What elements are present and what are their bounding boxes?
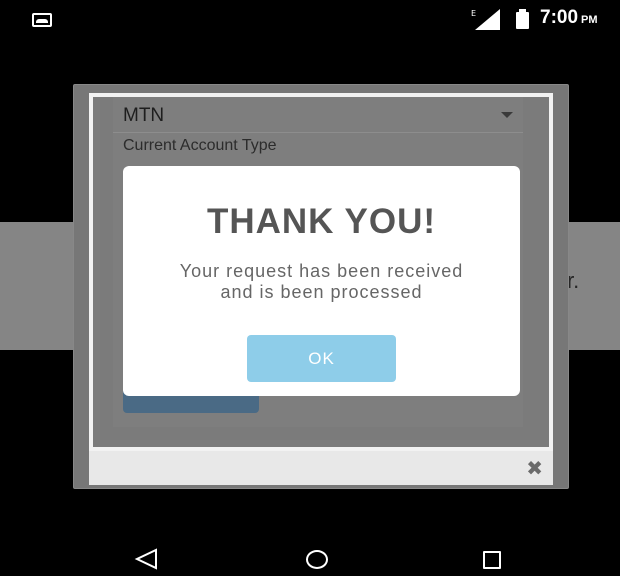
- webview-footer: ✖: [89, 451, 553, 485]
- network-select[interactable]: MTN: [113, 97, 523, 133]
- image-notification-icon: [32, 13, 52, 27]
- modal-message: Your request has been received and is be…: [179, 261, 464, 302]
- status-bar: E 7:00 PM: [0, 0, 620, 32]
- status-time: 7:00 PM: [540, 7, 598, 29]
- caret-down-icon: [501, 112, 513, 118]
- recent-apps-icon[interactable]: [483, 551, 501, 569]
- thank-you-modal: THANK YOU! Your request has been receive…: [123, 166, 520, 396]
- account-type-label: Current Account Type: [123, 137, 277, 154]
- navigation-bar: [0, 540, 620, 576]
- ok-button[interactable]: OK: [247, 335, 396, 382]
- back-icon[interactable]: [134, 548, 158, 570]
- close-icon[interactable]: ✖: [526, 458, 543, 478]
- home-icon[interactable]: [306, 550, 328, 569]
- status-time-value: 7:00: [540, 7, 579, 28]
- modal-title: THANK YOU!: [206, 202, 437, 241]
- network-select-value: MTN: [123, 105, 165, 126]
- signal-icon: E: [471, 9, 500, 30]
- network-type-label: E: [471, 9, 476, 18]
- battery-icon: [516, 9, 529, 29]
- status-time-ampm: PM: [581, 14, 598, 26]
